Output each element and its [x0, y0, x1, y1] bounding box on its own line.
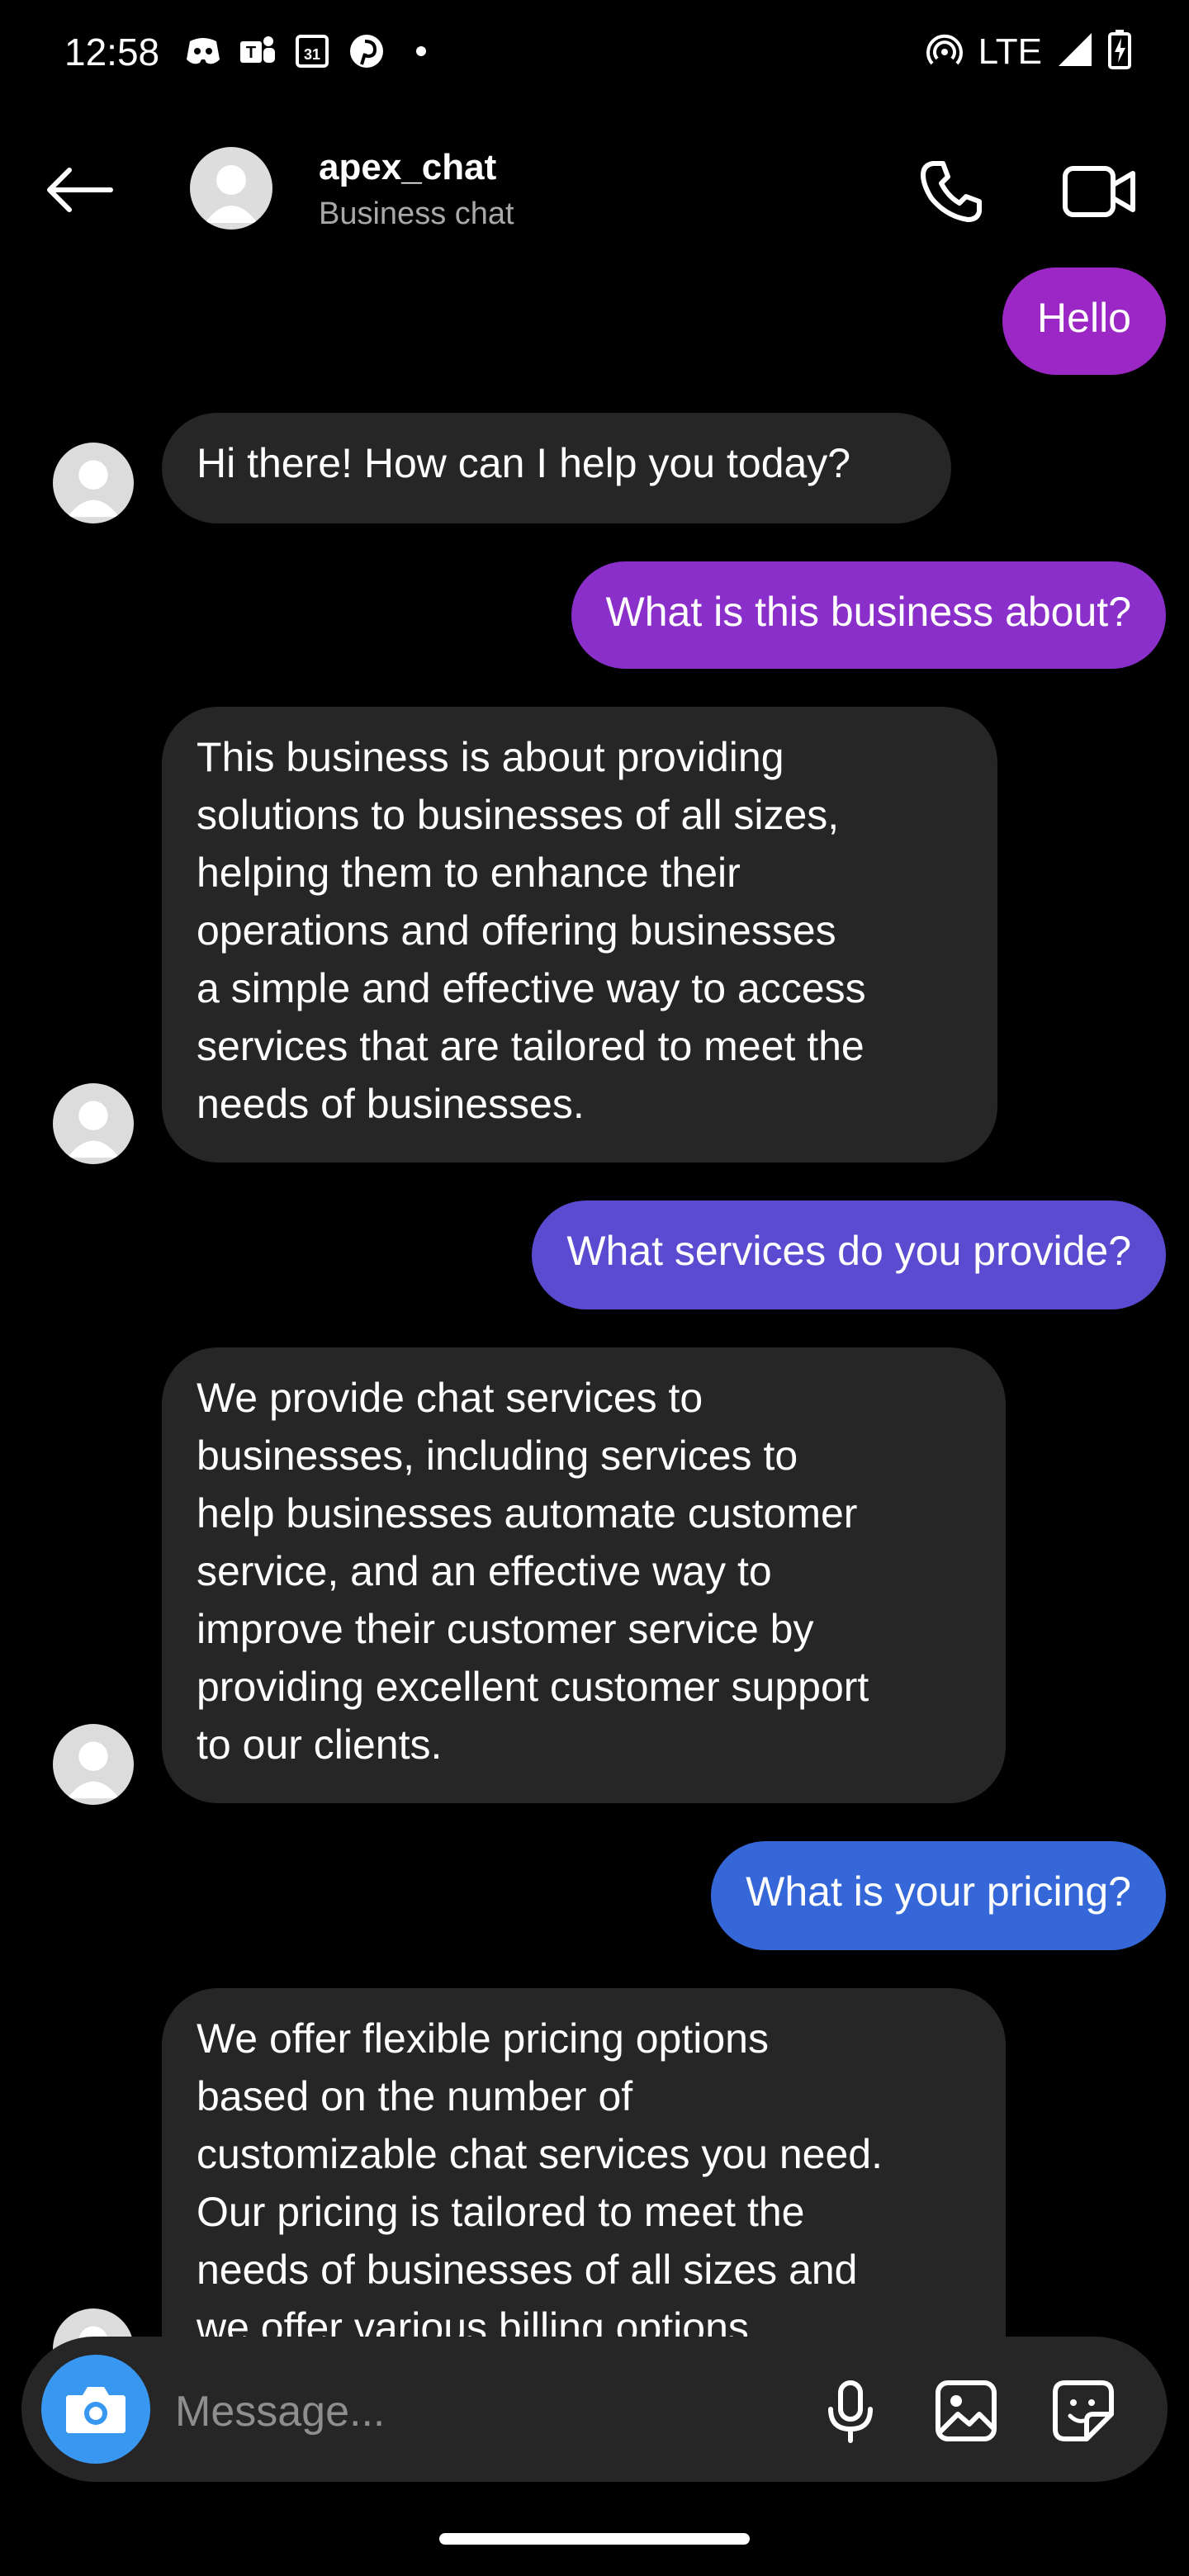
incoming-message[interactable]: We provide chat services to businesses, …	[162, 1347, 1006, 1803]
profile-avatar[interactable]	[190, 147, 272, 230]
calendar-notification-icon: 31	[292, 31, 332, 71]
chat-subtitle: Business chat	[319, 197, 514, 231]
default-avatar-icon	[67, 460, 120, 518]
message-composer	[21, 2337, 1168, 2482]
more-notifications-dot-icon	[401, 31, 441, 71]
default-avatar-icon	[205, 165, 258, 223]
chat-title[interactable]: apex_chat	[319, 147, 496, 188]
incoming-message[interactable]: Hi there! How can I help you today?	[162, 413, 951, 523]
battery-charging-icon	[1108, 30, 1131, 73]
image-icon	[936, 2380, 997, 2441]
phone-icon	[921, 161, 982, 222]
gallery-button[interactable]	[933, 2378, 999, 2444]
svg-text:31: 31	[304, 46, 320, 63]
video-camera-icon	[1063, 166, 1135, 217]
video-call-button[interactable]	[1060, 157, 1138, 226]
incoming-message[interactable]: This business is about providing solutio…	[162, 707, 997, 1163]
sender-avatar	[53, 443, 134, 523]
outgoing-message[interactable]: What is your pricing?	[711, 1841, 1166, 1950]
back-button[interactable]	[45, 167, 116, 213]
outgoing-message[interactable]: What is this business about?	[571, 561, 1166, 669]
sticker-icon	[1053, 2380, 1114, 2441]
discord-notification-icon	[183, 31, 223, 71]
sender-avatar	[53, 1724, 134, 1805]
camera-button[interactable]	[41, 2355, 150, 2464]
pinterest-notification-icon	[347, 31, 386, 71]
outgoing-message[interactable]: What services do you provide?	[532, 1200, 1166, 1309]
sticker-button[interactable]	[1050, 2378, 1116, 2444]
arrow-left-icon	[47, 168, 113, 212]
network-type-label: LTE	[978, 31, 1042, 72]
outgoing-message[interactable]: Hello	[1002, 268, 1166, 375]
status-bar: 12:58 T 31 LTE	[0, 0, 1189, 107]
svg-text:T: T	[246, 44, 256, 62]
camera-icon	[66, 2387, 126, 2433]
audio-call-button[interactable]	[917, 157, 986, 226]
hotspot-icon	[926, 31, 964, 73]
message-input[interactable]	[173, 2378, 804, 2446]
voice-message-button[interactable]	[817, 2378, 883, 2444]
signal-icon	[1057, 31, 1093, 72]
default-avatar-icon	[67, 1101, 120, 1158]
teams-notification-icon: T	[238, 31, 277, 71]
microphone-icon	[828, 2380, 873, 2443]
chat-header: apex_chat Business chat	[0, 132, 1189, 248]
home-indicator[interactable]	[439, 2533, 750, 2545]
status-time: 12:58	[64, 31, 160, 73]
sender-avatar	[53, 1083, 134, 1164]
default-avatar-icon	[67, 1741, 120, 1799]
